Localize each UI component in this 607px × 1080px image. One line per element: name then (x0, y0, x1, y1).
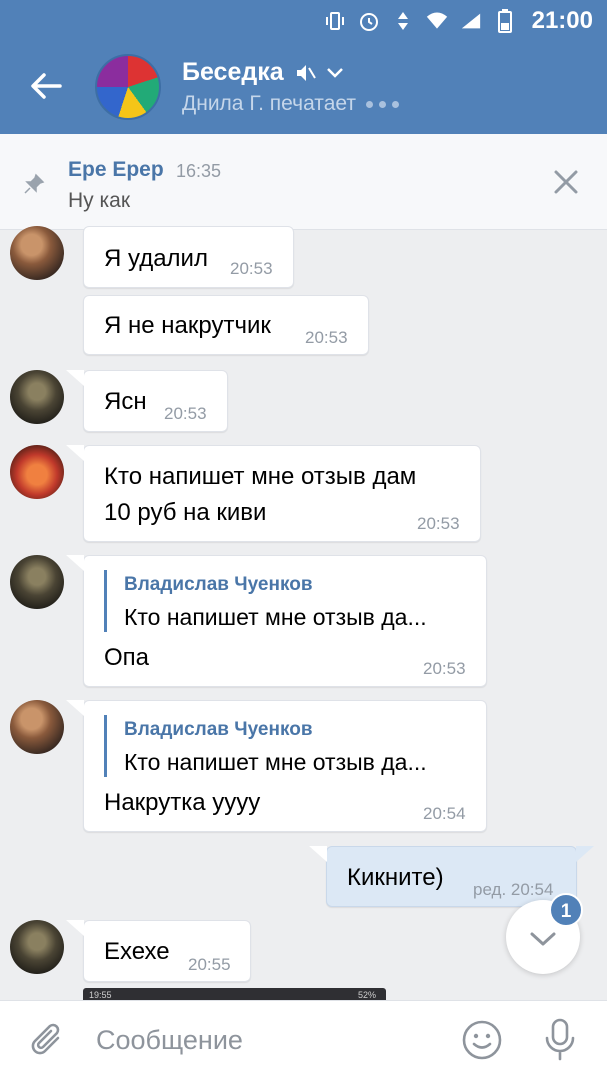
message-bubble[interactable]: Кто напишет мне отзыв дам 10 руб на киви… (66, 445, 481, 542)
message-bubble[interactable]: Ясн 20:53 (66, 370, 228, 432)
pinned-author: Ере Ерер (68, 158, 164, 181)
close-icon[interactable] (550, 166, 582, 198)
message-time: ред. 20:54 (473, 880, 554, 899)
chat-title-text: Беседка (182, 58, 284, 86)
typing-indicator: Днила Г. печатает (182, 92, 399, 116)
message-time: 20:53 (164, 404, 207, 423)
pin-icon (24, 173, 45, 194)
reply-bar (104, 570, 107, 632)
message-time: 20:53 (423, 659, 466, 678)
pinned-message[interactable]: Ере Ерер 16:35 Ну как (0, 134, 607, 230)
reply-author: Владислав Чуенков (124, 719, 313, 740)
chat-avatar[interactable] (95, 54, 161, 120)
avatar[interactable] (10, 445, 64, 499)
typing-text: Днила Г. печатает (182, 92, 356, 115)
mic-icon[interactable] (540, 1017, 580, 1063)
message-bubble[interactable]: Я не накрутчик 20:53 (83, 295, 369, 355)
signal-icon (460, 10, 482, 32)
reply-author: Владислав Чуенков (124, 574, 313, 595)
attach-icon[interactable] (28, 1021, 68, 1061)
pinned-text: Ну как (68, 189, 131, 212)
mute-icon (296, 64, 316, 81)
message-text: Ехехе (104, 938, 170, 965)
message-text: Я не накрутчик (104, 312, 271, 339)
message-text: Ясн (104, 388, 147, 415)
message-bubble[interactable]: Я удалил 20:53 (83, 226, 294, 288)
back-arrow-icon[interactable] (26, 66, 66, 106)
alarm-icon (358, 10, 380, 32)
data-arrows-icon (392, 10, 414, 32)
status-time: 21:00 (531, 7, 593, 34)
chevron-down-icon[interactable] (326, 67, 344, 79)
avatar[interactable] (10, 700, 64, 754)
message-text-line: 10 руб на киви (104, 499, 267, 526)
avatar[interactable] (10, 226, 64, 280)
message-time: 20:55 (188, 955, 231, 974)
message-text: Кикните) (347, 864, 444, 891)
avatar[interactable] (10, 920, 64, 974)
message-time: 20:53 (417, 514, 460, 533)
message-time: 20:53 (305, 328, 348, 347)
typing-dots (365, 100, 399, 108)
reply-bar (104, 715, 107, 777)
vibrate-icon (324, 10, 346, 32)
unread-badge: 1 (549, 893, 583, 927)
message-input[interactable]: Сообщение (96, 1025, 243, 1056)
top-bar: 21:00 Беседка Днила Г. печатает (0, 0, 607, 134)
chat-title[interactable]: Беседка (182, 58, 344, 87)
message-text-line: Кто напишет мне отзыв дам (104, 463, 417, 490)
preview-status-time: 19:55 (89, 990, 112, 1000)
outgoing-message-bubble[interactable]: Кикните) ред. 20:54 (309, 846, 594, 907)
message-time: 20:53 (230, 259, 273, 278)
message-composer: Сообщение (0, 1000, 607, 1080)
avatar[interactable] (10, 555, 64, 609)
reply-text: Кто напишет мне отзыв да... (124, 604, 427, 630)
message-bubble[interactable]: Владислав Чуенков Кто напишет мне отзыв … (66, 700, 487, 832)
message-text: Я удалил (104, 245, 208, 272)
status-bar: 21:00 (324, 6, 593, 36)
pinned-time: 16:35 (176, 161, 222, 181)
wifi-icon (426, 10, 448, 32)
battery-icon (494, 9, 516, 33)
message-text: Опа (104, 644, 150, 671)
reply-text: Кто напишет мне отзыв да... (124, 749, 427, 775)
message-bubble[interactable]: Ехехе 20:55 (66, 920, 251, 982)
message-bubble[interactable]: Владислав Чуенков Кто напишет мне отзыв … (66, 555, 487, 687)
message-text: Накрутка уууу (104, 789, 261, 816)
avatar[interactable] (10, 370, 64, 424)
smile-icon[interactable] (461, 1019, 503, 1061)
message-time: 20:54 (423, 804, 466, 823)
